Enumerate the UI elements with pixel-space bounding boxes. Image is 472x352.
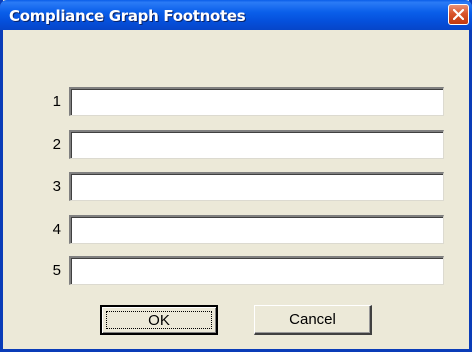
ok-button[interactable]: OK: [100, 305, 218, 335]
footnote-label-4: 4: [52, 221, 61, 238]
close-icon: [453, 9, 464, 20]
window-title: Compliance Graph Footnotes: [9, 7, 246, 25]
footnote-label-2: 2: [52, 136, 61, 153]
footnote-label-1: 1: [52, 93, 61, 110]
footnotes-dialog: Compliance Graph Footnotes 1 2 3 4 5 OK …: [0, 0, 472, 352]
footnote-label-5: 5: [52, 262, 61, 279]
cancel-button-label: Cancel: [289, 311, 336, 328]
ok-button-label: OK: [148, 312, 170, 329]
footnote-field-2[interactable]: [69, 130, 444, 159]
footnote-field-5[interactable]: [69, 256, 444, 285]
close-button[interactable]: [448, 4, 469, 25]
footnote-field-4[interactable]: [69, 215, 444, 244]
footnote-label-3: 3: [52, 178, 61, 195]
footnote-field-1[interactable]: [69, 87, 444, 116]
cancel-button[interactable]: Cancel: [254, 305, 372, 335]
title-bar[interactable]: Compliance Graph Footnotes: [0, 0, 472, 30]
footnote-field-3[interactable]: [69, 172, 444, 201]
